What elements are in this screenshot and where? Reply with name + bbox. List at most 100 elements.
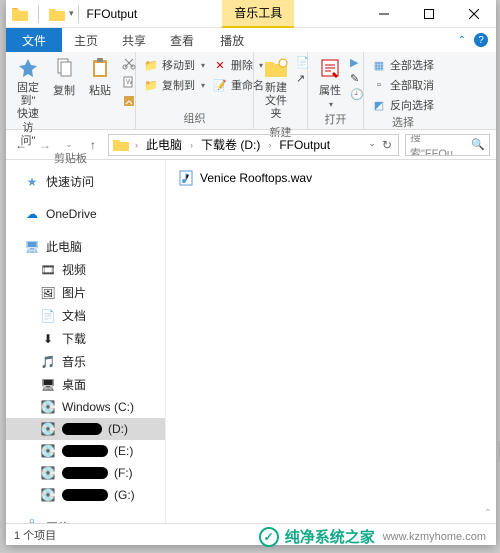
moveto-icon: 📁 (144, 58, 158, 72)
selectall-button[interactable]: ▦全部选择 (370, 56, 436, 74)
pin-icon (16, 56, 40, 80)
tab-view[interactable]: 查看 (158, 28, 206, 52)
breadcrumb-bar[interactable]: › 此电脑 › 下载卷 (D:) › FFOutput ⌄ ↻ (108, 134, 399, 156)
maximize-button[interactable] (406, 0, 451, 28)
item-count: 1 个项目 (14, 527, 56, 543)
svg-text:W: W (126, 79, 133, 86)
tab-play[interactable]: 播放 (208, 28, 256, 52)
newfolder-button[interactable]: 新建 文件夹 (260, 54, 292, 124)
window-title: FFOutput (87, 7, 138, 21)
chevron-right-icon[interactable]: › (264, 140, 275, 150)
selectnone-button[interactable]: ▫全部取消 (370, 76, 436, 94)
tab-home[interactable]: 主页 (62, 28, 110, 52)
tree-item-label: (F:) (114, 466, 133, 480)
explorer-window: ▾ FFOutput 音乐工具 文件 主页 共享 查看 播放 ⌃ ? 固定到" … (6, 0, 496, 545)
cloud-icon: ☁ (24, 206, 40, 222)
properties-button[interactable]: 属性 ▾ (314, 54, 346, 111)
open-icon[interactable]: ▶ (350, 56, 364, 69)
desktop-icon: 🖥 (40, 377, 56, 393)
tree-item[interactable]: 🎞 视频 (6, 258, 165, 281)
tree-quickaccess[interactable]: ★快速访问 (6, 170, 165, 193)
tree-item[interactable]: ⬇下载 (6, 327, 165, 350)
up-button[interactable]: ↑ (84, 136, 102, 154)
delete-icon: ✕ (213, 58, 227, 72)
address-dropdown-icon[interactable]: ⌄ (368, 138, 376, 152)
file-name: Venice Rooftops.wav (200, 171, 312, 185)
paste-button[interactable]: 粘贴 (84, 54, 116, 100)
redacted-label (62, 467, 108, 479)
tab-share[interactable]: 共享 (110, 28, 158, 52)
context-tab-music[interactable]: 音乐工具 (222, 0, 294, 28)
tree-item-label: Windows (C:) (62, 400, 134, 414)
newfolder-icon (264, 56, 288, 80)
group-label-organize: 组织 (142, 110, 247, 127)
recent-dropdown[interactable]: ⌄ (60, 136, 78, 154)
back-button[interactable]: ← (12, 136, 30, 154)
tree-item-label: 图片 (62, 284, 86, 301)
close-button[interactable] (451, 0, 496, 28)
redacted-label (62, 445, 108, 457)
crumb-drive[interactable]: 下载卷 (D:) (197, 136, 264, 153)
drive-icon: 💽 (40, 421, 56, 437)
dropdown-icon[interactable]: ▾ (69, 8, 74, 19)
tree-onedrive[interactable]: ☁OneDrive (6, 203, 165, 225)
properties-icon (318, 56, 342, 80)
tree-item[interactable]: 📄文档 (6, 304, 165, 327)
selectinvert-button[interactable]: ◩反向选择 (370, 96, 436, 114)
paste-shortcut-icon[interactable] (122, 94, 136, 111)
watermark-url: www.kzmyhome.com (383, 531, 486, 543)
copyto-button[interactable]: 📁复制到▾ (142, 76, 207, 94)
tree-item-label: (G:) (114, 488, 135, 502)
tree-item[interactable]: 💽(E:) (6, 440, 165, 462)
separator (78, 5, 79, 23)
tree-item[interactable]: 🎵音乐 (6, 350, 165, 373)
chevron-right-icon[interactable]: › (131, 140, 142, 150)
cut-icon[interactable] (122, 56, 136, 73)
refresh-icon[interactable]: ↻ (382, 138, 392, 152)
minimize-button[interactable] (361, 0, 406, 28)
redacted-label (62, 423, 102, 435)
watermark-brand: 纯净系统之家 (285, 526, 375, 547)
watermark: ✓ 纯净系统之家 www.kzmyhome.com (259, 526, 486, 547)
tab-file[interactable]: 文件 (6, 28, 62, 52)
moveto-button[interactable]: 📁移动到▾ (142, 56, 207, 74)
crumb-folder[interactable]: FFOutput (275, 138, 334, 152)
copyto-icon: 📁 (144, 78, 158, 92)
network-icon: 🖧 (24, 520, 40, 524)
drive-icon: 💽 (40, 465, 56, 481)
tree-thispc[interactable]: 🖥此电脑 (6, 235, 165, 258)
selectinvert-icon: ◩ (372, 98, 386, 112)
tree-item[interactable]: 💽(G:) (6, 484, 165, 506)
tree-item-label: (D:) (108, 422, 128, 436)
tree-network[interactable]: 🖧网络 (6, 516, 165, 523)
edit-icon[interactable]: ✎ (350, 72, 364, 85)
navigation-tree[interactable]: ★快速访问 ☁OneDrive 🖥此电脑 🎞 视频 🖼图片📄文档⬇下载🎵音乐 🖥 桌面 💽… (6, 160, 166, 523)
crumb-thispc[interactable]: 此电脑 (142, 136, 186, 153)
file-item[interactable]: Venice Rooftops.wav (176, 168, 486, 188)
paste-icon (88, 56, 112, 80)
copy-path-icon[interactable]: W (122, 75, 136, 92)
tree-item[interactable]: 🖼图片 (6, 281, 165, 304)
ribbon-tabs: 文件 主页 共享 查看 播放 ⌃ ? (6, 28, 496, 52)
audio-file-icon (178, 170, 194, 186)
video-icon: 🎞 (40, 262, 56, 278)
content-area: ★快速访问 ☁OneDrive 🖥此电脑 🎞 视频 🖼图片📄文档⬇下载🎵音乐 🖥 桌面 💽… (6, 160, 496, 523)
tree-item[interactable]: 💽 (F:) (6, 462, 165, 484)
history-icon[interactable]: 🕘 (350, 88, 364, 101)
collapse-ribbon-icon[interactable]: ⌃ (458, 35, 466, 46)
tree-item[interactable]: 💽 (D:) (6, 418, 165, 440)
search-input[interactable]: 搜索"FFOu... 🔍 (405, 134, 490, 156)
folder-icon (49, 7, 65, 21)
tree-item[interactable]: 💽Windows (C:) (6, 396, 165, 418)
copy-button[interactable]: 复制 (48, 54, 80, 100)
chevron-right-icon[interactable]: › (186, 140, 197, 150)
file-list[interactable]: Venice Rooftops.wav ⌃ (166, 160, 496, 523)
tree-item-label: 音乐 (62, 353, 86, 370)
rename-icon: 📝 (213, 78, 227, 92)
selectnone-icon: ▫ (372, 78, 386, 92)
forward-button[interactable]: → (36, 136, 54, 154)
help-icon[interactable]: ? (474, 33, 488, 47)
tree-item-label: 视频 (62, 261, 86, 278)
tree-item-label: 桌面 (62, 376, 86, 393)
tree-item[interactable]: 🖥 桌面 (6, 373, 165, 396)
